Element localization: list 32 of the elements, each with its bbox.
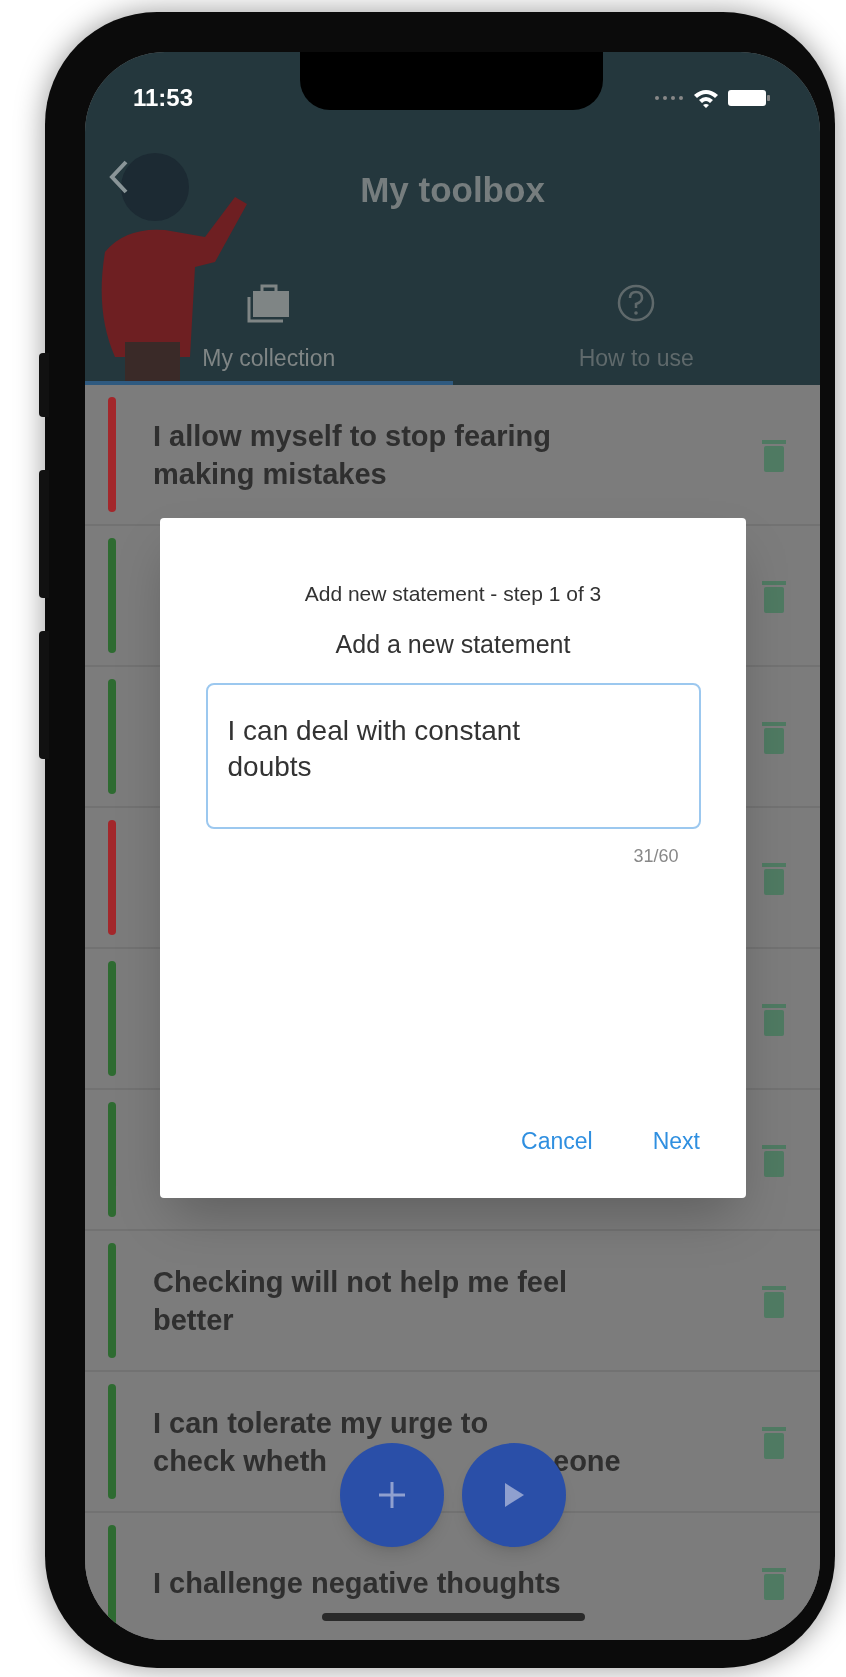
statement-text: I allow myself to stop fearing making mistakes xyxy=(153,418,552,492)
statement-input[interactable]: I can deal with constant doubts xyxy=(205,683,701,829)
trash-icon[interactable] xyxy=(762,860,786,895)
page-title: My toolbox xyxy=(360,169,545,211)
dialog-button[interactable]: Cancel xyxy=(521,1123,593,1158)
wifi-icon xyxy=(692,87,720,109)
trash-icon[interactable] xyxy=(762,1001,786,1036)
character-counter: 31/60 xyxy=(633,845,679,868)
trash-icon[interactable] xyxy=(762,1142,786,1177)
trash-icon[interactable] xyxy=(762,1424,786,1459)
trash-icon[interactable] xyxy=(762,719,786,754)
back-icon[interactable] xyxy=(109,160,129,194)
tab[interactable]: How to use xyxy=(452,275,820,385)
statement-text: Checking will not help me feel better xyxy=(153,1264,569,1338)
trash-icon[interactable] xyxy=(762,437,786,472)
signal-icon xyxy=(654,95,684,101)
statement-text: check wheth xyxy=(153,1443,328,1479)
status-time: 11:53 xyxy=(133,83,194,113)
statement-text: I challenge negative thoughts xyxy=(153,1565,562,1601)
trash-icon[interactable] xyxy=(762,1565,786,1600)
help-icon xyxy=(616,283,657,323)
statement-text: I can tolerate my urge to xyxy=(153,1405,489,1441)
dialog-title: Add a new statement xyxy=(335,628,571,660)
briefcase-icon xyxy=(246,283,291,323)
play-icon xyxy=(502,1481,526,1509)
battery-icon xyxy=(728,88,770,108)
statement-text: eone xyxy=(553,1443,621,1479)
dialog-step: Add new statement - step 1 of 3 xyxy=(304,578,602,610)
trash-icon[interactable] xyxy=(762,578,786,613)
dialog-button[interactable]: Next xyxy=(652,1123,700,1158)
plus-icon xyxy=(377,1480,407,1510)
trash-icon[interactable] xyxy=(762,1283,786,1318)
